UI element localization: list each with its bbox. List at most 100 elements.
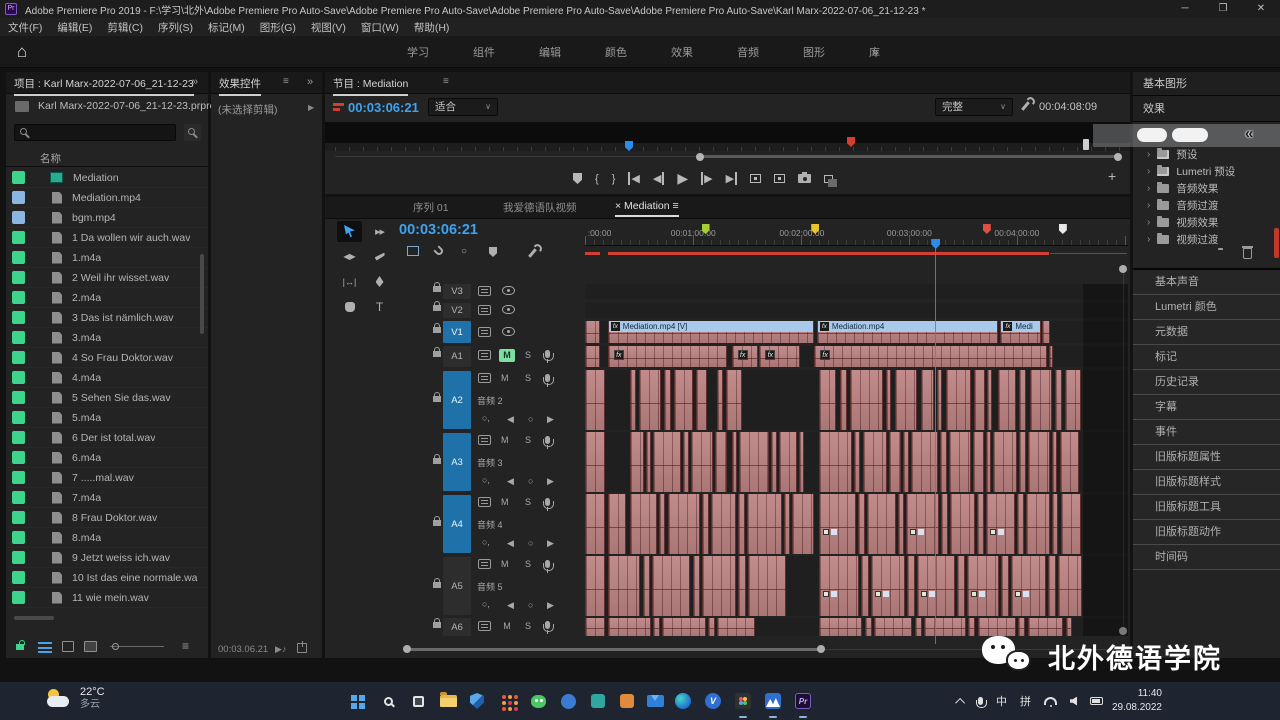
effects-tree-item-0[interactable]: ›预设 — [1133, 146, 1280, 163]
audio-clip[interactable] — [683, 432, 690, 492]
timeline-ruler[interactable]: :00:0000:01:00:0000:02:00:0000:03:00:000… — [585, 222, 1128, 246]
panel-tab-10[interactable]: 旧版标题动作 — [1133, 520, 1280, 545]
panel-tab-11[interactable]: 时间码 — [1133, 545, 1280, 570]
menu-item-5[interactable]: 图形(G) — [260, 20, 296, 35]
audio-clip[interactable] — [738, 494, 745, 554]
audio-clip[interactable] — [915, 618, 923, 636]
project-item[interactable]: 6.m4a — [6, 448, 208, 468]
tool-razor[interactable] — [367, 246, 392, 267]
audio-clip[interactable] — [639, 370, 661, 430]
track-target-A5[interactable]: A5 — [443, 557, 471, 615]
audio-clip[interactable] — [819, 494, 856, 554]
audio-clip[interactable] — [986, 432, 991, 492]
audio-clip[interactable] — [993, 432, 1017, 492]
audio-clip[interactable] — [799, 432, 804, 492]
track-lock-icon[interactable] — [433, 351, 441, 357]
track-target-A3[interactable]: A3 — [443, 433, 471, 491]
audio-clip[interactable] — [717, 370, 722, 430]
project-overflow-button[interactable]: » — [192, 76, 198, 88]
track-target-A4[interactable]: A4 — [443, 495, 471, 553]
project-item[interactable]: bgm.mp4 — [6, 208, 208, 228]
effects-tree-item-4[interactable]: ›视频效果 — [1133, 214, 1280, 231]
add-button[interactable]: + — [1108, 168, 1116, 184]
project-item[interactable]: 6 Der ist total.wav — [6, 428, 208, 448]
menu-item-4[interactable]: 标记(M) — [208, 20, 245, 35]
workspace-tab-5[interactable]: 音频 — [715, 44, 781, 60]
workspace-tab-1[interactable]: 组件 — [451, 44, 517, 60]
sync-lock-icon[interactable] — [478, 497, 491, 507]
link-media-icon[interactable] — [16, 644, 24, 650]
project-item[interactable]: 2 Weil ihr wisset.wav — [6, 268, 208, 288]
track-name-label[interactable]: 音频 3 — [477, 456, 503, 469]
sequence-marker-2[interactable] — [983, 224, 991, 234]
go-to-out-icon[interactable]: ▶ — [726, 172, 737, 185]
audio-clip[interactable] — [646, 432, 651, 492]
audio-clip[interactable] — [711, 494, 736, 554]
audio-clip[interactable] — [659, 494, 666, 554]
audio-clip[interactable] — [974, 370, 985, 430]
tray-chevron-up-icon[interactable] — [958, 698, 965, 705]
play-icon[interactable]: ▶ — [677, 170, 688, 187]
audio-clip[interactable] — [1048, 556, 1056, 616]
audio-clip[interactable] — [886, 370, 891, 430]
audio-clip[interactable] — [585, 494, 605, 554]
project-item[interactable]: 8 Frau Doktor.wav — [6, 508, 208, 528]
sync-lock-icon[interactable] — [478, 559, 491, 569]
panel-tab-7[interactable]: 旧版标题属性 — [1133, 445, 1280, 470]
minimize-button[interactable]: ─ — [1168, 0, 1202, 18]
audio-clip[interactable] — [702, 556, 736, 616]
sync-lock-icon[interactable] — [478, 621, 491, 631]
audio-clip[interactable] — [1052, 494, 1059, 554]
track-target-A1[interactable]: A1 — [443, 346, 471, 367]
project-item[interactable]: 3.m4a — [6, 328, 208, 348]
keyframe-toggle[interactable]: ○, — [482, 599, 490, 609]
voiceover-mic-icon[interactable] — [545, 350, 550, 358]
taskbar-icon-app-blue[interactable] — [555, 688, 581, 714]
sync-lock-icon[interactable] — [478, 327, 491, 337]
audio-clip[interactable] — [643, 556, 651, 616]
effects-tree-item-3[interactable]: ›音频过渡 — [1133, 197, 1280, 214]
add-keyframe-button[interactable]: ○ — [528, 476, 533, 486]
add-marker-icon[interactable] — [573, 173, 582, 184]
audio-clip[interactable] — [717, 618, 755, 636]
taskbar-icon-edge[interactable] — [670, 688, 696, 714]
effects-tree-item-1[interactable]: ›Lumetri 预设 — [1133, 163, 1280, 180]
tool-selection[interactable] — [337, 221, 362, 242]
menu-item-7[interactable]: 窗口(W) — [361, 20, 399, 35]
tab-project[interactable]: 项目 : Karl Marx-2022-07-06_21-12-23 — [14, 76, 194, 96]
audio-clip[interactable] — [903, 432, 908, 492]
tool-ripple-edit[interactable]: ◀▶ — [337, 246, 362, 267]
track-name-label[interactable]: 音频 4 — [477, 518, 503, 531]
freeform-view-button[interactable] — [84, 641, 97, 652]
audio-clip[interactable] — [874, 618, 912, 636]
effect-controls-overflow[interactable]: » — [307, 76, 313, 88]
mark-in-icon[interactable]: { — [595, 173, 599, 185]
panel-tab-8[interactable]: 旧版标题样式 — [1133, 470, 1280, 495]
audio-clip[interactable] — [630, 432, 644, 492]
menu-item-1[interactable]: 编辑(E) — [57, 20, 92, 35]
audio-clip[interactable] — [977, 494, 984, 554]
toggle-track-output-eye-icon[interactable] — [502, 286, 515, 295]
video-clip[interactable]: fxMediation.mp4 [V] — [608, 321, 814, 343]
project-item[interactable]: Mediation.mp4 — [6, 188, 208, 208]
audio-clip[interactable] — [585, 346, 600, 367]
sequence-marker-3[interactable] — [1059, 224, 1067, 234]
chevron-right-icon[interactable]: › — [1147, 183, 1150, 194]
track-lock-icon[interactable] — [433, 327, 441, 333]
audio-clip[interactable] — [854, 432, 861, 492]
audio-clip[interactable] — [738, 556, 746, 616]
timeline-tab-1[interactable]: 我爱德语队视频 — [503, 200, 577, 215]
video-clip[interactable]: fxMediation.mp4 — [817, 321, 998, 343]
audio-clip[interactable] — [987, 370, 992, 430]
audio-clip[interactable]: fx — [732, 346, 758, 367]
solo-button[interactable]: S — [525, 497, 531, 507]
project-menu-icon[interactable]: ≡ — [182, 639, 189, 653]
timeline-settings-icon[interactable] — [525, 246, 541, 260]
add-marker-icon[interactable] — [488, 246, 504, 260]
go-to-in-icon[interactable]: ◀ — [628, 172, 639, 185]
project-item[interactable]: 1.m4a — [6, 248, 208, 268]
keyframe-toggle[interactable]: ○, — [482, 537, 490, 547]
prev-keyframe-button[interactable]: ◀ — [507, 600, 514, 611]
track-target-A2[interactable]: A2 — [443, 371, 471, 429]
taskbar-icon-premiere[interactable]: Pr — [790, 688, 816, 714]
